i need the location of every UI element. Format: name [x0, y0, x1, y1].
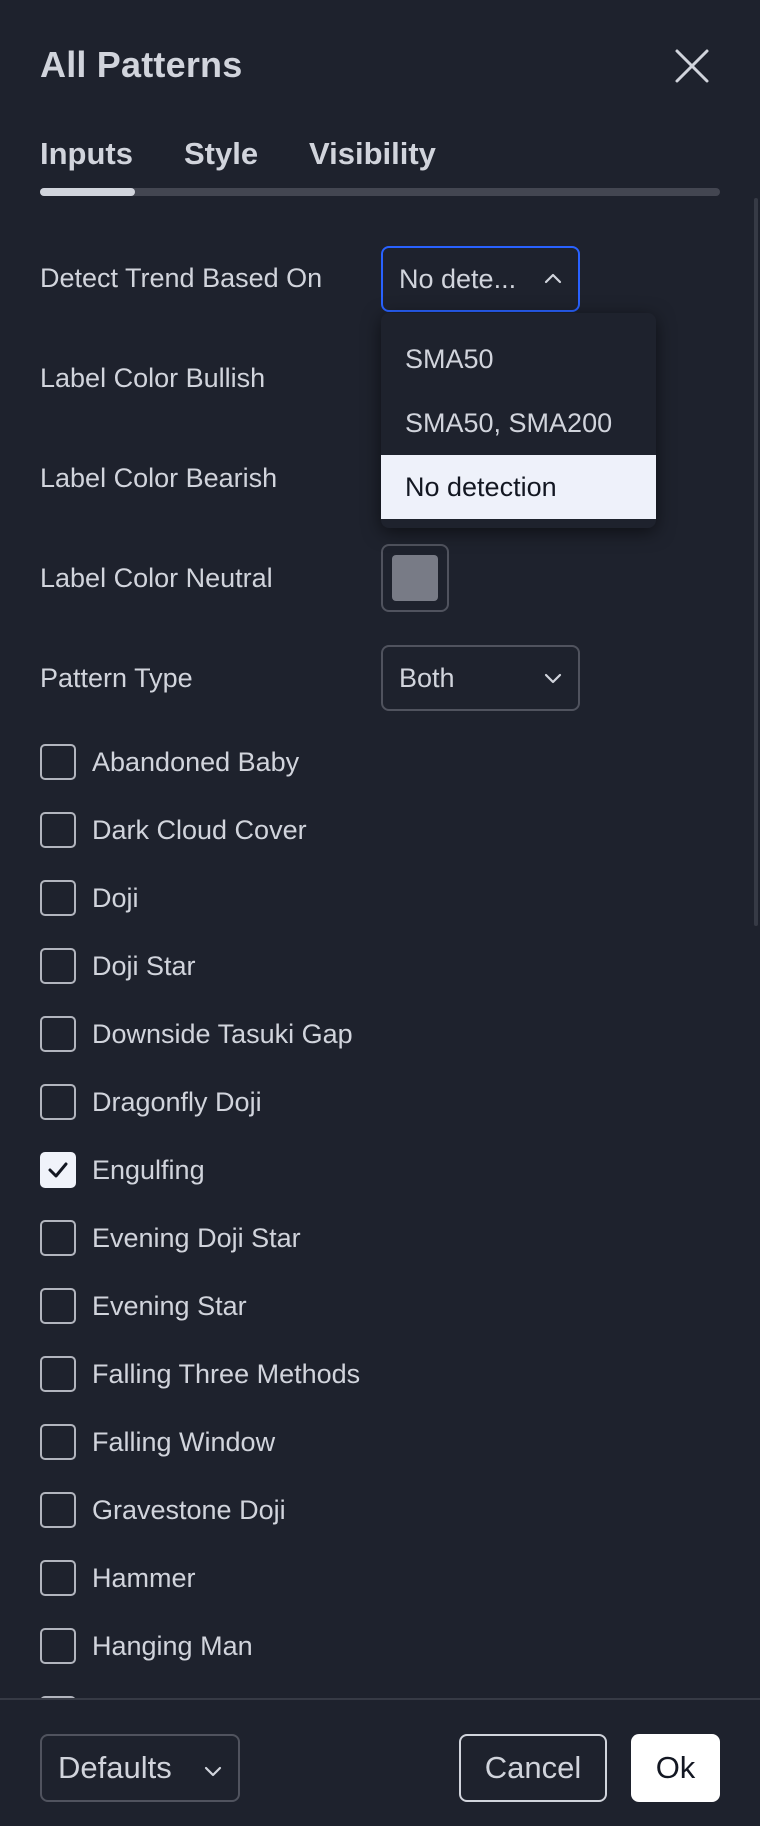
pattern-checkbox-row[interactable]: Downside Tasuki Gap: [40, 1014, 353, 1054]
checkbox[interactable]: [40, 812, 76, 848]
defaults-button[interactable]: Defaults: [40, 1734, 240, 1802]
pattern-label: Dark Cloud Cover: [92, 814, 307, 845]
pattern-checkbox-row[interactable]: Abandoned Baby: [40, 742, 299, 782]
checkbox[interactable]: [40, 1492, 76, 1528]
pattern-label: Falling Three Methods: [92, 1358, 361, 1389]
chevron-up-icon: [544, 273, 562, 284]
checkbox[interactable]: [40, 1628, 76, 1664]
pattern-checkbox-row[interactable]: Hanging Man: [40, 1626, 253, 1666]
cancel-button[interactable]: Cancel: [459, 1734, 607, 1802]
dropdown-option-sma50[interactable]: SMA50: [381, 327, 656, 391]
dropdown-option-no-detection[interactable]: No detection: [381, 455, 656, 519]
pattern-label: Abandoned Baby: [92, 746, 300, 777]
checkbox-checked[interactable]: [40, 1152, 76, 1188]
pattern-type-value: Both: [399, 662, 455, 693]
chevron-down-icon: [204, 1766, 222, 1777]
all-patterns-dialog: All Patterns Inputs Style Visibility Det…: [0, 0, 760, 1826]
checkbox[interactable]: [40, 1356, 76, 1392]
scrollbar[interactable]: [754, 198, 758, 926]
close-button[interactable]: [668, 42, 716, 90]
pattern-checkbox-row[interactable]: Doji: [40, 878, 139, 918]
pattern-label: Gravestone Doji: [92, 1494, 286, 1525]
checkbox[interactable]: [40, 1288, 76, 1324]
defaults-label: Defaults: [58, 1750, 172, 1785]
pattern-type-label: Pattern Type: [40, 663, 193, 693]
ok-button[interactable]: Ok: [631, 1734, 720, 1802]
pattern-label: Hanging Man: [92, 1630, 253, 1661]
detect-trend-select[interactable]: No dete...: [381, 246, 580, 312]
detect-trend-value: No dete...: [399, 263, 517, 294]
pattern-checkbox-row[interactable]: Evening Star: [40, 1286, 247, 1326]
pattern-label: Doji Star: [92, 950, 196, 981]
dialog-title: All Patterns: [40, 44, 243, 85]
detect-trend-label: Detect Trend Based On: [40, 263, 323, 293]
checkbox[interactable]: [40, 1560, 76, 1596]
label-color-neutral-swatch[interactable]: [381, 544, 449, 612]
checkbox[interactable]: [40, 880, 76, 916]
dialog-footer: Defaults Cancel Ok: [0, 1698, 760, 1826]
pattern-checkbox-row[interactable]: Hammer: [40, 1558, 196, 1598]
checkbox[interactable]: [40, 1220, 76, 1256]
tab-inputs[interactable]: Inputs: [40, 136, 133, 172]
pattern-checkbox-row[interactable]: Dragonfly Doji: [40, 1082, 262, 1122]
pattern-checkbox-row[interactable]: Gravestone Doji: [40, 1490, 286, 1530]
detect-trend-dropdown-menu: SMA50 SMA50, SMA200 No detection: [381, 313, 656, 528]
pattern-checkbox-row[interactable]: Dark Cloud Cover: [40, 810, 307, 850]
neutral-color-fill: [392, 555, 438, 601]
pattern-type-select[interactable]: Both: [381, 645, 580, 711]
pattern-label: Evening Star: [92, 1290, 247, 1321]
pattern-label: Engulfing: [92, 1154, 205, 1185]
pattern-label: Downside Tasuki Gap: [92, 1018, 353, 1049]
pattern-label: Falling Window: [92, 1426, 276, 1457]
checkbox[interactable]: [40, 744, 76, 780]
tab-bar: Inputs Style Visibility: [40, 136, 720, 196]
pattern-checkbox-row[interactable]: Evening Doji Star: [40, 1218, 301, 1258]
tab-style[interactable]: Style: [184, 136, 258, 172]
pattern-label: Dragonfly Doji: [92, 1086, 262, 1117]
pattern-label: Evening Doji Star: [92, 1222, 301, 1253]
pattern-checkbox-row[interactable]: Engulfing: [40, 1150, 205, 1190]
active-tab-indicator: [40, 188, 135, 196]
checkbox[interactable]: [40, 1016, 76, 1052]
label-color-bearish-label: Label Color Bearish: [40, 463, 278, 493]
checkbox[interactable]: [40, 1424, 76, 1460]
tab-track: [40, 188, 720, 196]
checkbox[interactable]: [40, 1084, 76, 1120]
chevron-down-icon: [544, 673, 562, 684]
label-color-bullish-label: Label Color Bullish: [40, 363, 266, 393]
pattern-checkbox-row[interactable]: Doji Star: [40, 946, 196, 986]
dropdown-option-sma50-sma200[interactable]: SMA50, SMA200: [381, 391, 656, 455]
tab-visibility[interactable]: Visibility: [309, 136, 436, 172]
label-color-neutral-label: Label Color Neutral: [40, 563, 273, 593]
checkbox[interactable]: [40, 948, 76, 984]
close-icon: [675, 49, 709, 83]
pattern-label: Doji: [92, 882, 139, 913]
pattern-label: Hammer: [92, 1562, 196, 1593]
pattern-checkbox-row[interactable]: Falling Three Methods: [40, 1354, 360, 1394]
pattern-checkbox-row[interactable]: Falling Window: [40, 1422, 275, 1462]
checkmark-icon: [48, 1162, 68, 1178]
